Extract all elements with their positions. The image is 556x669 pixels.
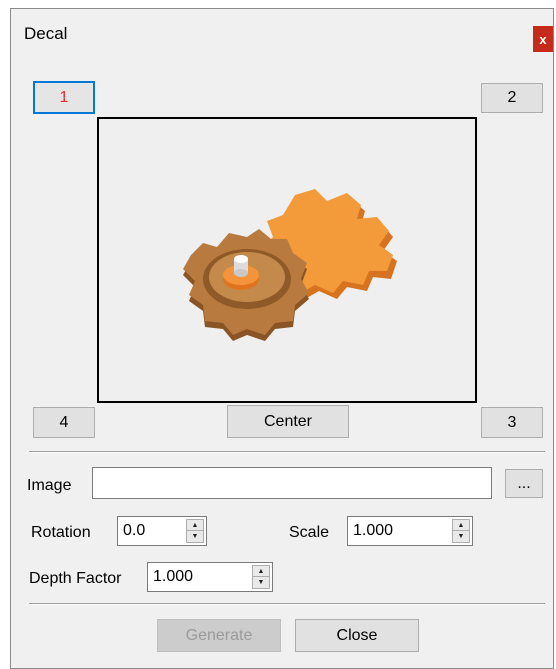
scale-value: 1.000 bbox=[353, 522, 394, 539]
scale-spin-arrows[interactable]: ▲ ▼ bbox=[452, 519, 470, 543]
center-label: Center bbox=[263, 412, 313, 430]
close-window-button[interactable]: x bbox=[533, 26, 553, 52]
decal-dialog: Decal x 1 2 4 Center 3 Image ... Rotatio… bbox=[10, 8, 554, 669]
image-path-input[interactable] bbox=[92, 467, 492, 499]
rotation-spin-arrows[interactable]: ▲ ▼ bbox=[186, 519, 204, 543]
scale-spinbox[interactable]: 1.000 ▲ ▼ bbox=[347, 516, 473, 546]
close-icon: x bbox=[539, 31, 547, 47]
spin-up-icon[interactable]: ▲ bbox=[253, 566, 269, 577]
depth-factor-value: 1.000 bbox=[153, 568, 194, 585]
view-2-label: 2 bbox=[507, 89, 517, 106]
generate-label: Generate bbox=[185, 626, 253, 644]
dialog-title: Decal bbox=[24, 24, 68, 43]
spin-down-icon[interactable]: ▼ bbox=[187, 531, 203, 542]
generate-button[interactable]: Generate bbox=[157, 619, 281, 652]
view-3-label: 3 bbox=[507, 413, 517, 431]
separator-top bbox=[29, 451, 545, 453]
rotation-label: Rotation bbox=[31, 524, 91, 541]
view-4-button[interactable]: 4 bbox=[33, 407, 95, 438]
depth-spin-arrows[interactable]: ▲ ▼ bbox=[252, 565, 270, 589]
browse-label: ... bbox=[517, 474, 531, 492]
image-label: Image bbox=[27, 477, 72, 494]
depth-factor-spinbox[interactable]: 1.000 ▲ ▼ bbox=[147, 562, 273, 592]
title-bar: Decal x bbox=[11, 9, 553, 59]
rotation-spinbox[interactable]: 0.0 ▲ ▼ bbox=[117, 516, 207, 546]
view-3-button[interactable]: 3 bbox=[481, 407, 543, 438]
view-4-label: 4 bbox=[59, 413, 69, 431]
separator-bottom bbox=[29, 603, 545, 605]
spin-down-icon[interactable]: ▼ bbox=[253, 577, 269, 588]
spin-up-icon[interactable]: ▲ bbox=[453, 520, 469, 531]
rotation-value: 0.0 bbox=[123, 522, 146, 539]
browse-button[interactable]: ... bbox=[505, 469, 543, 498]
scale-label: Scale bbox=[289, 524, 330, 541]
close-label: Close bbox=[336, 626, 378, 644]
spin-down-icon[interactable]: ▼ bbox=[453, 531, 469, 542]
depth-factor-label: Depth Factor bbox=[29, 570, 122, 587]
view-1-label: 1 bbox=[59, 88, 69, 106]
decal-preview bbox=[97, 117, 477, 403]
view-2-button[interactable]: 2 bbox=[481, 83, 543, 113]
center-button[interactable]: Center bbox=[227, 405, 349, 438]
spin-up-icon[interactable]: ▲ bbox=[187, 520, 203, 531]
close-button[interactable]: Close bbox=[295, 619, 419, 652]
gears-preview-image bbox=[183, 189, 397, 341]
view-1-button[interactable]: 1 bbox=[33, 81, 95, 114]
